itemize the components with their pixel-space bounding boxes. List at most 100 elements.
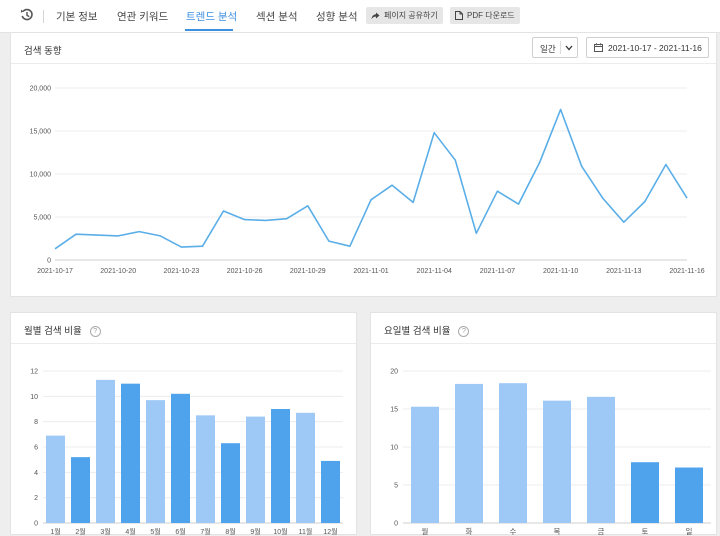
data-point (349, 245, 351, 247)
select-divider (560, 41, 561, 54)
monthly-ratio-chart: 0246810121월 2월 3월 4월 5월 6월 7월 8월 9월 10월 11월 12월 (30, 369, 343, 536)
bar (499, 383, 527, 523)
y-tick-label: 10 (30, 394, 38, 401)
data-point (117, 235, 119, 237)
x-tick-label: 2021-11-07 (480, 268, 515, 275)
pdf-download-label: PDF 다운로드 (467, 11, 515, 20)
data-point (496, 190, 498, 192)
bar (146, 400, 165, 523)
x-tick-label: 2021-11-13 (606, 268, 641, 275)
top-nav: 기본 정보 연관 키워드 트렌드 분석 섹션 분석 성향 분석 페이지 공유하기… (0, 0, 720, 33)
data-point (222, 210, 224, 212)
help-icon[interactable]: ? (458, 326, 470, 337)
bar (221, 443, 240, 523)
bar (246, 416, 265, 523)
period-select[interactable]: 일간 (532, 37, 578, 58)
bar (196, 415, 215, 523)
x-tick-label: 2021-11-01 (353, 268, 388, 275)
search-trend-card: 검색 동향 일간 2021-10-17 - 2021-11-16 0 5,000 1… (10, 32, 717, 297)
date-range-picker[interactable]: 2021-10-17 - 2021-11-16 (586, 37, 709, 58)
chevron-down-icon (565, 45, 573, 51)
data-point (75, 233, 77, 235)
data-point (307, 205, 309, 207)
x-tick-label: 2021-11-10 (543, 268, 578, 275)
data-point (180, 246, 182, 248)
tab-basic-info[interactable]: 기본 정보 (56, 9, 98, 24)
tab-section-analysis[interactable]: 섹션 분석 (256, 9, 298, 24)
bar (121, 383, 140, 523)
data-point (559, 108, 561, 110)
tab-tendency-analysis[interactable]: 성향 분석 (316, 9, 358, 24)
data-point (370, 199, 372, 201)
data-point (391, 184, 393, 186)
search-trend-header: 검색 동향 일간 2021-10-17 - 2021-11-16 (11, 33, 716, 64)
bar (321, 460, 340, 523)
y-tick-label: 20 (390, 369, 398, 376)
tab-trend-analysis[interactable]: 트렌드 분석 (186, 9, 237, 24)
pdf-download-button[interactable]: PDF 다운로드 (450, 7, 520, 24)
search-trend-chart: 0 5,000 10,000 15,000 20,000 2021-10-17 2021-1… (30, 86, 705, 276)
monthly-ratio-title: 월별 검색 비율? (24, 323, 101, 337)
y-tick-label: 0 (394, 521, 398, 528)
data-point (243, 218, 245, 220)
calendar-icon (594, 43, 603, 52)
bar (543, 400, 571, 523)
y-tick-label: 4 (34, 470, 38, 477)
y-tick-label: 5 (394, 483, 398, 490)
data-point (201, 245, 203, 247)
history-icon[interactable] (19, 7, 35, 23)
search-trend-title: 검색 동향 (24, 46, 62, 57)
help-icon[interactable]: ? (89, 326, 101, 337)
y-tick-label: 6 (34, 445, 38, 452)
bar (96, 379, 115, 523)
data-point (328, 240, 330, 242)
data-point (433, 132, 435, 134)
data-point (686, 197, 688, 199)
data-point (475, 232, 477, 234)
bar (587, 396, 615, 523)
tab-related-keywords[interactable]: 연관 키워드 (117, 9, 168, 24)
data-point (517, 203, 519, 205)
data-point (454, 159, 456, 161)
weekday-ratio-card: 요일별 검색 비율? 0 5 10 15 20 월 화 수 목 금 토 일 (370, 312, 717, 536)
share-page-label: 페이지 공유하기 (384, 11, 438, 20)
data-point (623, 221, 625, 223)
nav-divider (43, 10, 44, 23)
trend-series-line (54, 108, 688, 250)
y-tick-label: 5,000 (33, 215, 51, 222)
bar (296, 412, 315, 523)
x-tick-label: 2021-10-17 (37, 268, 73, 275)
data-point (538, 162, 540, 164)
y-tick-label: 0 (34, 521, 38, 528)
data-point (286, 218, 288, 220)
data-point (602, 197, 604, 199)
x-tick-label: 2021-10-20 (100, 268, 136, 275)
y-tick-label: 20,000 (30, 86, 52, 93)
bar (71, 457, 90, 523)
data-point (54, 248, 56, 250)
y-tick-label: 8 (34, 419, 38, 426)
y-tick-label: 15,000 (30, 129, 52, 136)
x-tick-label: 2021-10-23 (163, 268, 199, 275)
y-tick-label: 15 (390, 407, 398, 414)
data-point (159, 235, 161, 237)
data-point (96, 234, 98, 236)
date-range-value: 2021-10-17 - 2021-11-16 (608, 43, 702, 53)
y-tick-label: 10,000 (30, 172, 52, 179)
period-select-value: 일간 (540, 44, 556, 54)
active-tab-indicator (185, 29, 233, 31)
share-icon (371, 12, 380, 19)
data-point (138, 230, 140, 232)
bar (631, 462, 659, 523)
x-tick-label: 2021-10-29 (290, 268, 326, 275)
bar (46, 435, 65, 523)
x-tick-label: 2021-11-16 (669, 268, 704, 275)
y-tick-label: 2 (34, 495, 38, 502)
bar (455, 383, 483, 523)
x-tick-label: 2021-10-26 (227, 268, 263, 275)
bar (171, 393, 190, 523)
data-point (264, 219, 266, 221)
share-page-button[interactable]: 페이지 공유하기 (366, 7, 443, 24)
bar (675, 467, 703, 523)
weekday-ratio-header: 요일별 검색 비율? (371, 313, 716, 344)
